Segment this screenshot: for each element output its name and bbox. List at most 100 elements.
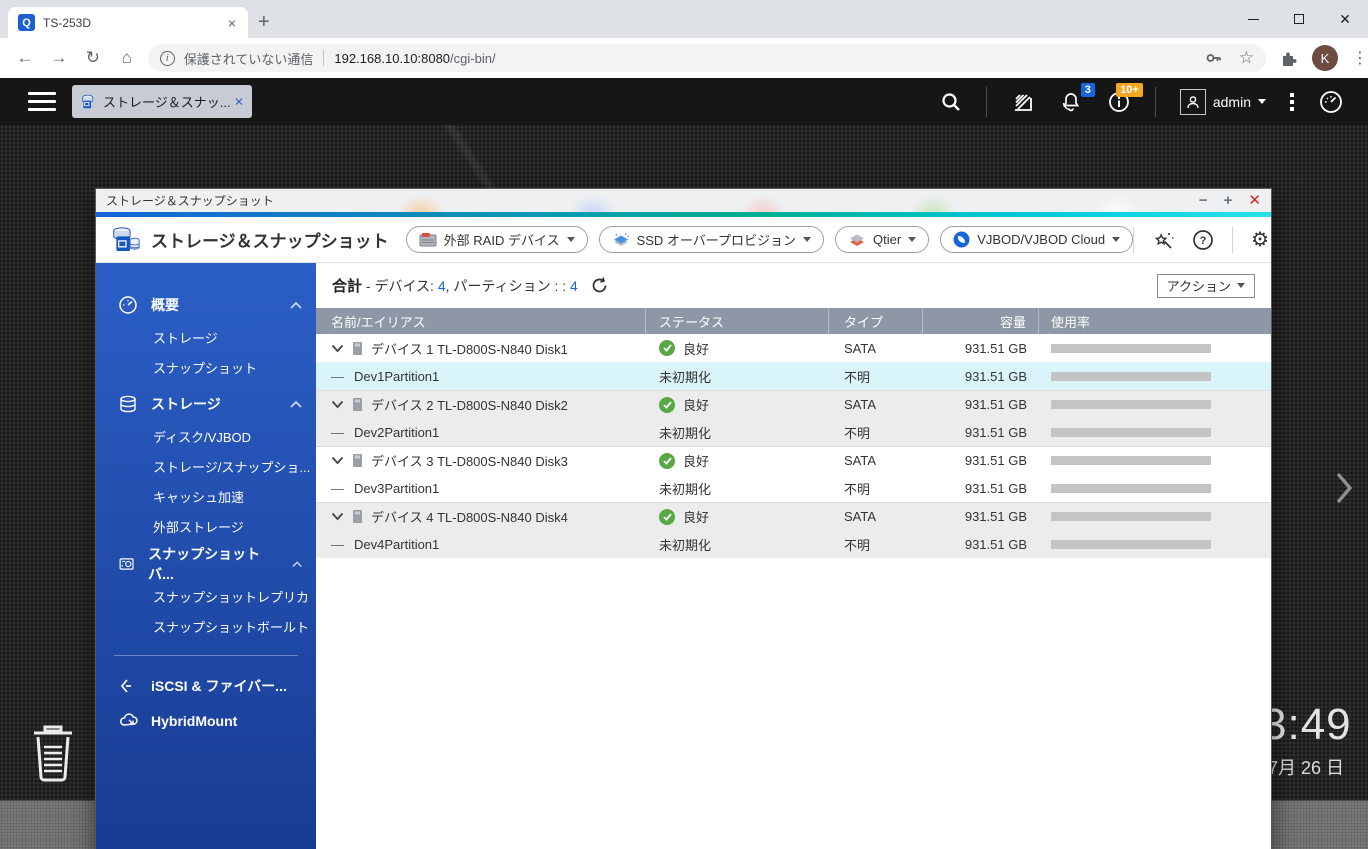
notifications-button[interactable]: 3 bbox=[1059, 90, 1083, 114]
table-row-device[interactable]: デバイス 3 TL-D800S-N840 Disk3 良好 SATA 931.5… bbox=[316, 446, 1271, 474]
sidebar-item-disks-vjbod[interactable]: ディスク/VJBOD bbox=[96, 421, 316, 451]
reload-icon[interactable]: ↻ bbox=[76, 48, 110, 68]
window-sidebar: 概要 ストレージ スナップショット ストレージ ディスク/VJBOD ストレージ… bbox=[96, 263, 316, 849]
column-usage[interactable]: 使用率 bbox=[1039, 308, 1271, 334]
qtier-button[interactable]: Qtier bbox=[835, 226, 929, 253]
home-icon[interactable]: ⌂ bbox=[110, 48, 144, 68]
tree-branch: — bbox=[331, 369, 344, 384]
column-status[interactable]: ステータス bbox=[646, 308, 829, 334]
browser-close-button[interactable]: ✕ bbox=[1322, 0, 1368, 38]
chevron-down-icon[interactable] bbox=[331, 456, 344, 465]
global-settings-gear-icon[interactable]: ⚙ bbox=[1251, 227, 1269, 252]
desktop-clock: 3:49 7月 26 日 bbox=[1262, 700, 1352, 780]
alerts-button[interactable]: 10+ bbox=[1107, 90, 1131, 114]
forward-icon[interactable]: → bbox=[42, 48, 76, 68]
status-ok-icon bbox=[659, 397, 675, 413]
tab-close-icon[interactable]: × bbox=[226, 15, 238, 31]
browser-maximize-button[interactable] bbox=[1276, 0, 1322, 38]
next-desktop-chevron-icon[interactable] bbox=[1334, 470, 1354, 506]
sidebar-item-cache-acceleration[interactable]: キャッシュ加速 bbox=[96, 481, 316, 511]
sidebar-item-hybridmount[interactable]: HybridMount bbox=[96, 703, 316, 738]
main-menu-icon[interactable] bbox=[28, 92, 56, 111]
vjbod-button[interactable]: VJBOD/VJBOD Cloud bbox=[940, 226, 1133, 253]
sidebar-section-snapshot-backup[interactable]: スナップショットバ... bbox=[96, 546, 316, 581]
new-tab-button[interactable]: + bbox=[258, 9, 270, 35]
window-maximize-button[interactable]: + bbox=[1224, 193, 1233, 208]
chevron-up-icon[interactable] bbox=[290, 400, 302, 408]
summary-toolbar: 合計 - デバイス: 4, パーティション : : 4 アクション bbox=[316, 263, 1271, 308]
table-row-device[interactable]: デバイス 4 TL-D800S-N840 Disk4 良好 SATA 931.5… bbox=[316, 502, 1271, 530]
security-label: 保護されていない通信 bbox=[184, 49, 314, 68]
extensions-puzzle-icon[interactable] bbox=[1280, 49, 1298, 67]
refresh-icon[interactable] bbox=[590, 276, 609, 295]
address-bar[interactable]: i 保護されていない通信 192.168.10.10:8080 /cgi-bin… bbox=[148, 44, 1266, 72]
usage-bar bbox=[1051, 400, 1211, 409]
disk-icon bbox=[352, 341, 363, 356]
bookmark-star-icon[interactable]: ☆ bbox=[1239, 48, 1254, 68]
site-info-icon[interactable]: i bbox=[160, 51, 175, 66]
sidebar-item-storage-overview[interactable]: ストレージ bbox=[96, 322, 316, 352]
screen: Q TS-253D × + ✕ ← → ↻ ⌂ i 保護されていない通信 192… bbox=[0, 0, 1368, 849]
more-options-icon[interactable] bbox=[1290, 93, 1294, 111]
magic-wand-icon[interactable] bbox=[1152, 229, 1174, 251]
browser-minimize-button[interactable] bbox=[1230, 0, 1276, 38]
sidebar-item-external-storage[interactable]: 外部ストレージ bbox=[96, 511, 316, 541]
table-row-device[interactable]: デバイス 1 TL-D800S-N840 Disk1 良好 SATA 931.5… bbox=[316, 334, 1271, 362]
tree-branch: — bbox=[331, 481, 344, 496]
browser-profile-avatar[interactable]: K bbox=[1312, 45, 1338, 71]
password-key-icon[interactable] bbox=[1205, 49, 1223, 67]
user-menu[interactable]: admin bbox=[1180, 89, 1266, 115]
chevron-down-icon[interactable] bbox=[331, 400, 344, 409]
taskbar-tab-close-icon[interactable]: ✕ bbox=[234, 95, 244, 109]
usage-bar bbox=[1051, 456, 1211, 465]
back-icon[interactable]: ← bbox=[8, 48, 42, 68]
chevron-down-icon[interactable] bbox=[331, 512, 344, 521]
sidebar-item-snapshot-replica[interactable]: スナップショットレプリカ bbox=[96, 581, 316, 611]
external-raid-button[interactable]: 外部 RAID デバイス bbox=[406, 226, 588, 253]
resource-monitor-icon[interactable] bbox=[1318, 89, 1344, 115]
cloud-mount-icon bbox=[118, 711, 138, 731]
table-row-partition[interactable]: — Dev4Partition1 未初期化 不明 931.51 GB bbox=[316, 530, 1271, 558]
table-row-partition[interactable]: — Dev1Partition1 未初期化 不明 931.51 GB bbox=[316, 362, 1271, 390]
browser-tab[interactable]: Q TS-253D × bbox=[8, 7, 248, 38]
sidebar-item-snapshot-overview[interactable]: スナップショット bbox=[96, 352, 316, 382]
action-button[interactable]: アクション bbox=[1157, 274, 1255, 298]
column-capacity[interactable]: 容量 bbox=[923, 308, 1039, 334]
search-icon[interactable] bbox=[940, 91, 962, 113]
table-row-partition[interactable]: — Dev3Partition1 未初期化 不明 931.51 GB bbox=[316, 474, 1271, 502]
window-close-button[interactable]: ✕ bbox=[1248, 193, 1261, 208]
chevron-up-icon[interactable] bbox=[290, 301, 302, 309]
status-ok-icon bbox=[659, 453, 675, 469]
sidebar-section-storage[interactable]: ストレージ bbox=[96, 386, 316, 421]
main-panel: 合計 - デバイス: 4, パーティション : : 4 アクション 名前/エイリ… bbox=[316, 263, 1271, 849]
taskbar-app-tab[interactable]: ストレージ＆スナッ... ✕ bbox=[72, 85, 252, 118]
window-titlebar[interactable]: ストレージ＆スナップショット − + ✕ bbox=[96, 189, 1271, 212]
alert-badge: 10+ bbox=[1116, 83, 1143, 97]
storage-snapshots-window: ストレージ＆スナップショット − + ✕ ストレージ＆スナップショット bbox=[95, 188, 1272, 849]
table-row-partition[interactable]: — Dev2Partition1 未初期化 不明 931.51 GB bbox=[316, 418, 1271, 446]
recycle-bin-icon[interactable] bbox=[28, 723, 78, 783]
table-row-device[interactable]: デバイス 2 TL-D800S-N840 Disk2 良好 SATA 931.5… bbox=[316, 390, 1271, 418]
background-tasks-icon[interactable] bbox=[1011, 90, 1035, 114]
browser-menu-icon[interactable]: ⋮ bbox=[1352, 48, 1368, 68]
snapshot-camera-icon bbox=[118, 554, 135, 574]
vjbod-icon bbox=[953, 231, 970, 248]
column-name[interactable]: 名前/エイリアス bbox=[316, 308, 646, 334]
ssd-overprovisioning-button[interactable]: SSD オーバープロビジョン bbox=[599, 226, 824, 253]
window-minimize-button[interactable]: − bbox=[1199, 193, 1208, 208]
help-icon[interactable]: ? bbox=[1192, 229, 1214, 251]
tree-branch: — bbox=[331, 425, 344, 440]
chevron-down-icon bbox=[908, 237, 916, 242]
disk-icon bbox=[352, 453, 363, 468]
chevron-up-icon[interactable] bbox=[292, 560, 302, 568]
sidebar-section-overview[interactable]: 概要 bbox=[96, 287, 316, 322]
storage-app-icon bbox=[80, 93, 97, 110]
sidebar-item-storage-snapshots[interactable]: ストレージ/スナップショ... bbox=[96, 451, 316, 481]
taskbar-app-tab-label: ストレージ＆スナッ... bbox=[103, 92, 230, 111]
chevron-down-icon[interactable] bbox=[331, 344, 344, 353]
column-type[interactable]: タイプ bbox=[829, 308, 923, 334]
qnap-favicon: Q bbox=[18, 14, 35, 31]
usage-bar bbox=[1051, 484, 1211, 493]
sidebar-item-snapshot-vault[interactable]: スナップショットボールト bbox=[96, 611, 316, 641]
sidebar-item-iscsi-fibre[interactable]: iSCSI & ファイバー... bbox=[96, 668, 316, 703]
